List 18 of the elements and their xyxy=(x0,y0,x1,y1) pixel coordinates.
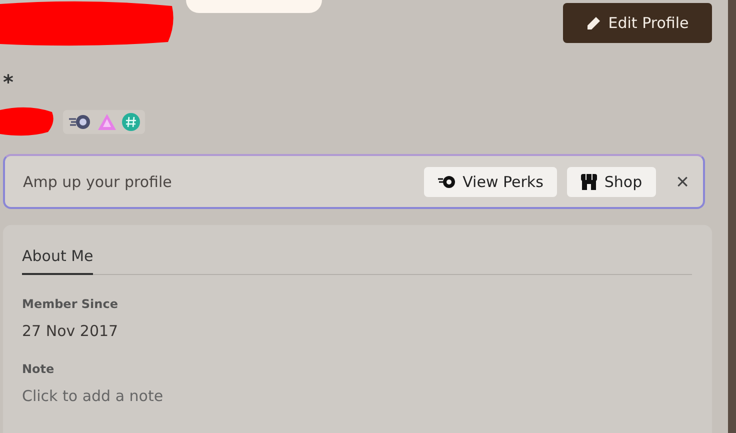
pencil-icon xyxy=(586,16,602,30)
promo-text: Amp up your profile xyxy=(23,172,173,190)
shop-icon xyxy=(581,174,598,190)
redaction-mark xyxy=(0,106,56,138)
close-button[interactable]: × xyxy=(672,168,693,194)
nitro-icon xyxy=(438,174,456,188)
section-value: 27 Nov 2017 xyxy=(22,322,120,340)
nitro-icon xyxy=(68,114,92,130)
gem-icon xyxy=(98,114,116,130)
shop-button[interactable]: Shop xyxy=(567,166,656,196)
about-me-tab[interactable]: About Me xyxy=(22,243,94,275)
view-perks-button[interactable]: View Perks xyxy=(424,166,558,196)
note-placeholder[interactable]: Click to add a note xyxy=(22,387,692,405)
edit-profile-button[interactable]: Edit Profile xyxy=(563,3,712,43)
section-title: Note xyxy=(22,362,56,376)
hashtag-icon xyxy=(122,113,140,131)
pronoun-text: * xyxy=(3,70,14,96)
section-title: Member Since xyxy=(22,297,119,311)
